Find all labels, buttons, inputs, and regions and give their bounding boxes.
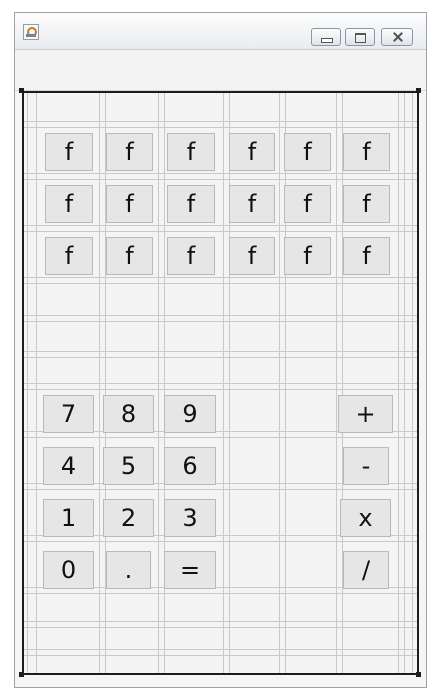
grid-line (24, 389, 417, 390)
grid-line (24, 655, 417, 656)
resize-handle[interactable] (19, 672, 24, 677)
function-key[interactable]: f (167, 185, 215, 223)
grid-line (24, 437, 417, 438)
digit-9-button[interactable]: 9 (164, 395, 216, 433)
grid-line (24, 179, 417, 180)
digit-4-button[interactable]: 4 (43, 447, 94, 485)
function-key[interactable]: f (106, 185, 153, 223)
minus-button[interactable]: - (343, 447, 389, 485)
grid-line (24, 315, 417, 316)
resize-handle[interactable] (19, 88, 24, 93)
grid-line (24, 127, 417, 128)
java-cup-icon[interactable] (23, 24, 39, 40)
digit-0-button[interactable]: 0 (43, 551, 94, 589)
grid-line (24, 383, 417, 384)
function-key[interactable]: f (45, 185, 93, 223)
minimize-button[interactable] (311, 28, 341, 46)
resize-handle[interactable] (416, 672, 421, 677)
function-key[interactable]: f (284, 133, 331, 171)
digit-6-button[interactable]: 6 (164, 447, 216, 485)
layout-panel: f f f f f f f f f f f f f f f f f f 7 8 … (22, 91, 419, 675)
digit-1-button[interactable]: 1 (43, 499, 94, 537)
digit-2-button[interactable]: 2 (103, 499, 154, 537)
digit-8-button[interactable]: 8 (103, 395, 154, 433)
grid-line (24, 321, 417, 322)
divide-button[interactable]: / (343, 551, 389, 589)
function-key[interactable]: f (106, 133, 153, 171)
function-key[interactable]: f (167, 237, 215, 275)
function-key[interactable]: f (284, 237, 331, 275)
digit-7-button[interactable]: 7 (43, 395, 94, 433)
maximize-button[interactable] (345, 28, 375, 46)
grid-line (24, 283, 417, 284)
function-key[interactable]: f (284, 185, 331, 223)
digit-5-button[interactable]: 5 (103, 447, 154, 485)
grid-line (24, 231, 417, 232)
title-bar[interactable] (15, 13, 426, 50)
function-key[interactable]: f (343, 133, 390, 171)
grid-line (24, 225, 417, 226)
grid-line (24, 357, 417, 358)
function-key[interactable]: f (106, 237, 153, 275)
equals-button[interactable]: = (164, 551, 216, 589)
plus-button[interactable]: + (338, 395, 393, 433)
grid-line (24, 277, 417, 278)
function-key[interactable]: f (343, 237, 390, 275)
function-key[interactable]: f (229, 133, 275, 171)
app-window: f f f f f f f f f f f f f f f f f f 7 8 … (14, 12, 427, 688)
decimal-point-button[interactable]: . (106, 551, 151, 589)
grid-line (24, 541, 417, 542)
grid-line (24, 593, 417, 594)
digit-3-button[interactable]: 3 (164, 499, 216, 537)
function-key[interactable]: f (45, 237, 93, 275)
grid-line (24, 627, 417, 628)
grid-line (24, 621, 417, 622)
function-key[interactable]: f (229, 237, 275, 275)
function-key[interactable]: f (167, 133, 215, 171)
function-key[interactable]: f (343, 185, 390, 223)
grid-line (24, 351, 417, 352)
close-button[interactable] (381, 28, 413, 46)
multiply-button[interactable]: x (340, 499, 391, 537)
resize-handle[interactable] (416, 88, 421, 93)
function-key[interactable]: f (229, 185, 275, 223)
grid-line (24, 489, 417, 490)
grid-line (24, 121, 417, 122)
grid-line (24, 649, 417, 650)
display-area (15, 50, 426, 91)
grid-line (24, 173, 417, 174)
function-key[interactable]: f (45, 133, 93, 171)
